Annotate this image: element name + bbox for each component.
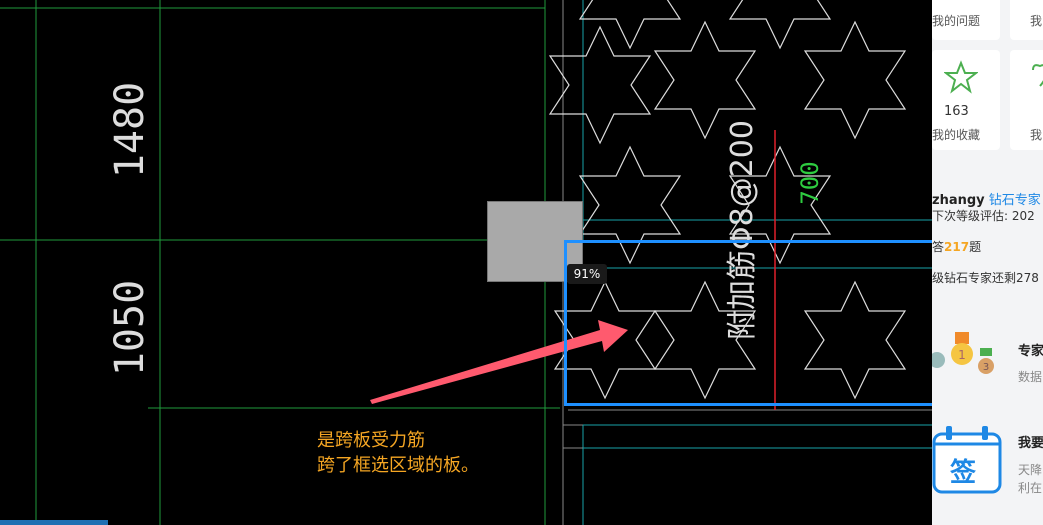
my-questions-card[interactable]: 我的问题 [932,0,1000,40]
expert-sub: 数据 [1018,370,1043,384]
user-name: zhangy [932,193,985,208]
medal-icons: 1 3 [932,332,994,374]
card-cut-2[interactable]: 我 [1010,50,1043,150]
next-level-text: 下次等级评估: 202 [932,209,1035,223]
card-cut-label: 我 [1030,14,1043,28]
card-cut-1[interactable]: • 我 [1010,0,1043,40]
star-icon [944,60,978,94]
dimension-700: 700 [796,161,824,204]
user-name-row: zhangy 钻石专家 [932,189,1041,208]
selection-box[interactable] [564,240,940,406]
svg-text:3: 3 [983,362,989,373]
expert-title: 专家 [1018,344,1043,359]
favorites-label: 我的收藏 [932,128,981,142]
answers-suffix: 题 [969,240,982,254]
expert-sidebar: 我的问题 • 我 163 我的收藏 我 zhangy 钻石专家 下次等级评估: … [932,0,1043,525]
sign-sub2: 利在 [1018,481,1043,495]
favorites-count: 163 [944,104,969,119]
svg-text:1: 1 [958,348,966,362]
dimension-1480: 1480 [107,82,153,178]
favorites-card[interactable]: 163 我的收藏 [932,50,1000,150]
heart-icon [1032,64,1043,87]
annotation-line-2: 跨了框选区域的板。 [317,455,479,476]
my-questions-label: 我的问题 [932,14,981,28]
sign-sub1: 天降 [1018,463,1043,477]
user-badge: 钻石专家 [988,193,1041,208]
answers-row: 答217题 [932,238,981,255]
remaining-text: 级钻石专家还剩278 [932,271,1039,285]
answers-prefix: 答 [932,240,945,254]
answers-count: 217 [944,240,970,254]
annotation-line-1: 是跨板受力筋 [317,430,425,451]
grid-lines [0,0,560,525]
zoom-indicator: 91% [567,264,607,284]
dimension-1050: 1050 [107,280,153,376]
red-dot: • [1030,0,1037,4]
scrollbar-indicator[interactable] [0,520,108,525]
sign-label: 签 [950,458,977,488]
want-sign-title: 我要 [1018,436,1043,451]
card-cut-label-2: 我 [1030,128,1043,142]
